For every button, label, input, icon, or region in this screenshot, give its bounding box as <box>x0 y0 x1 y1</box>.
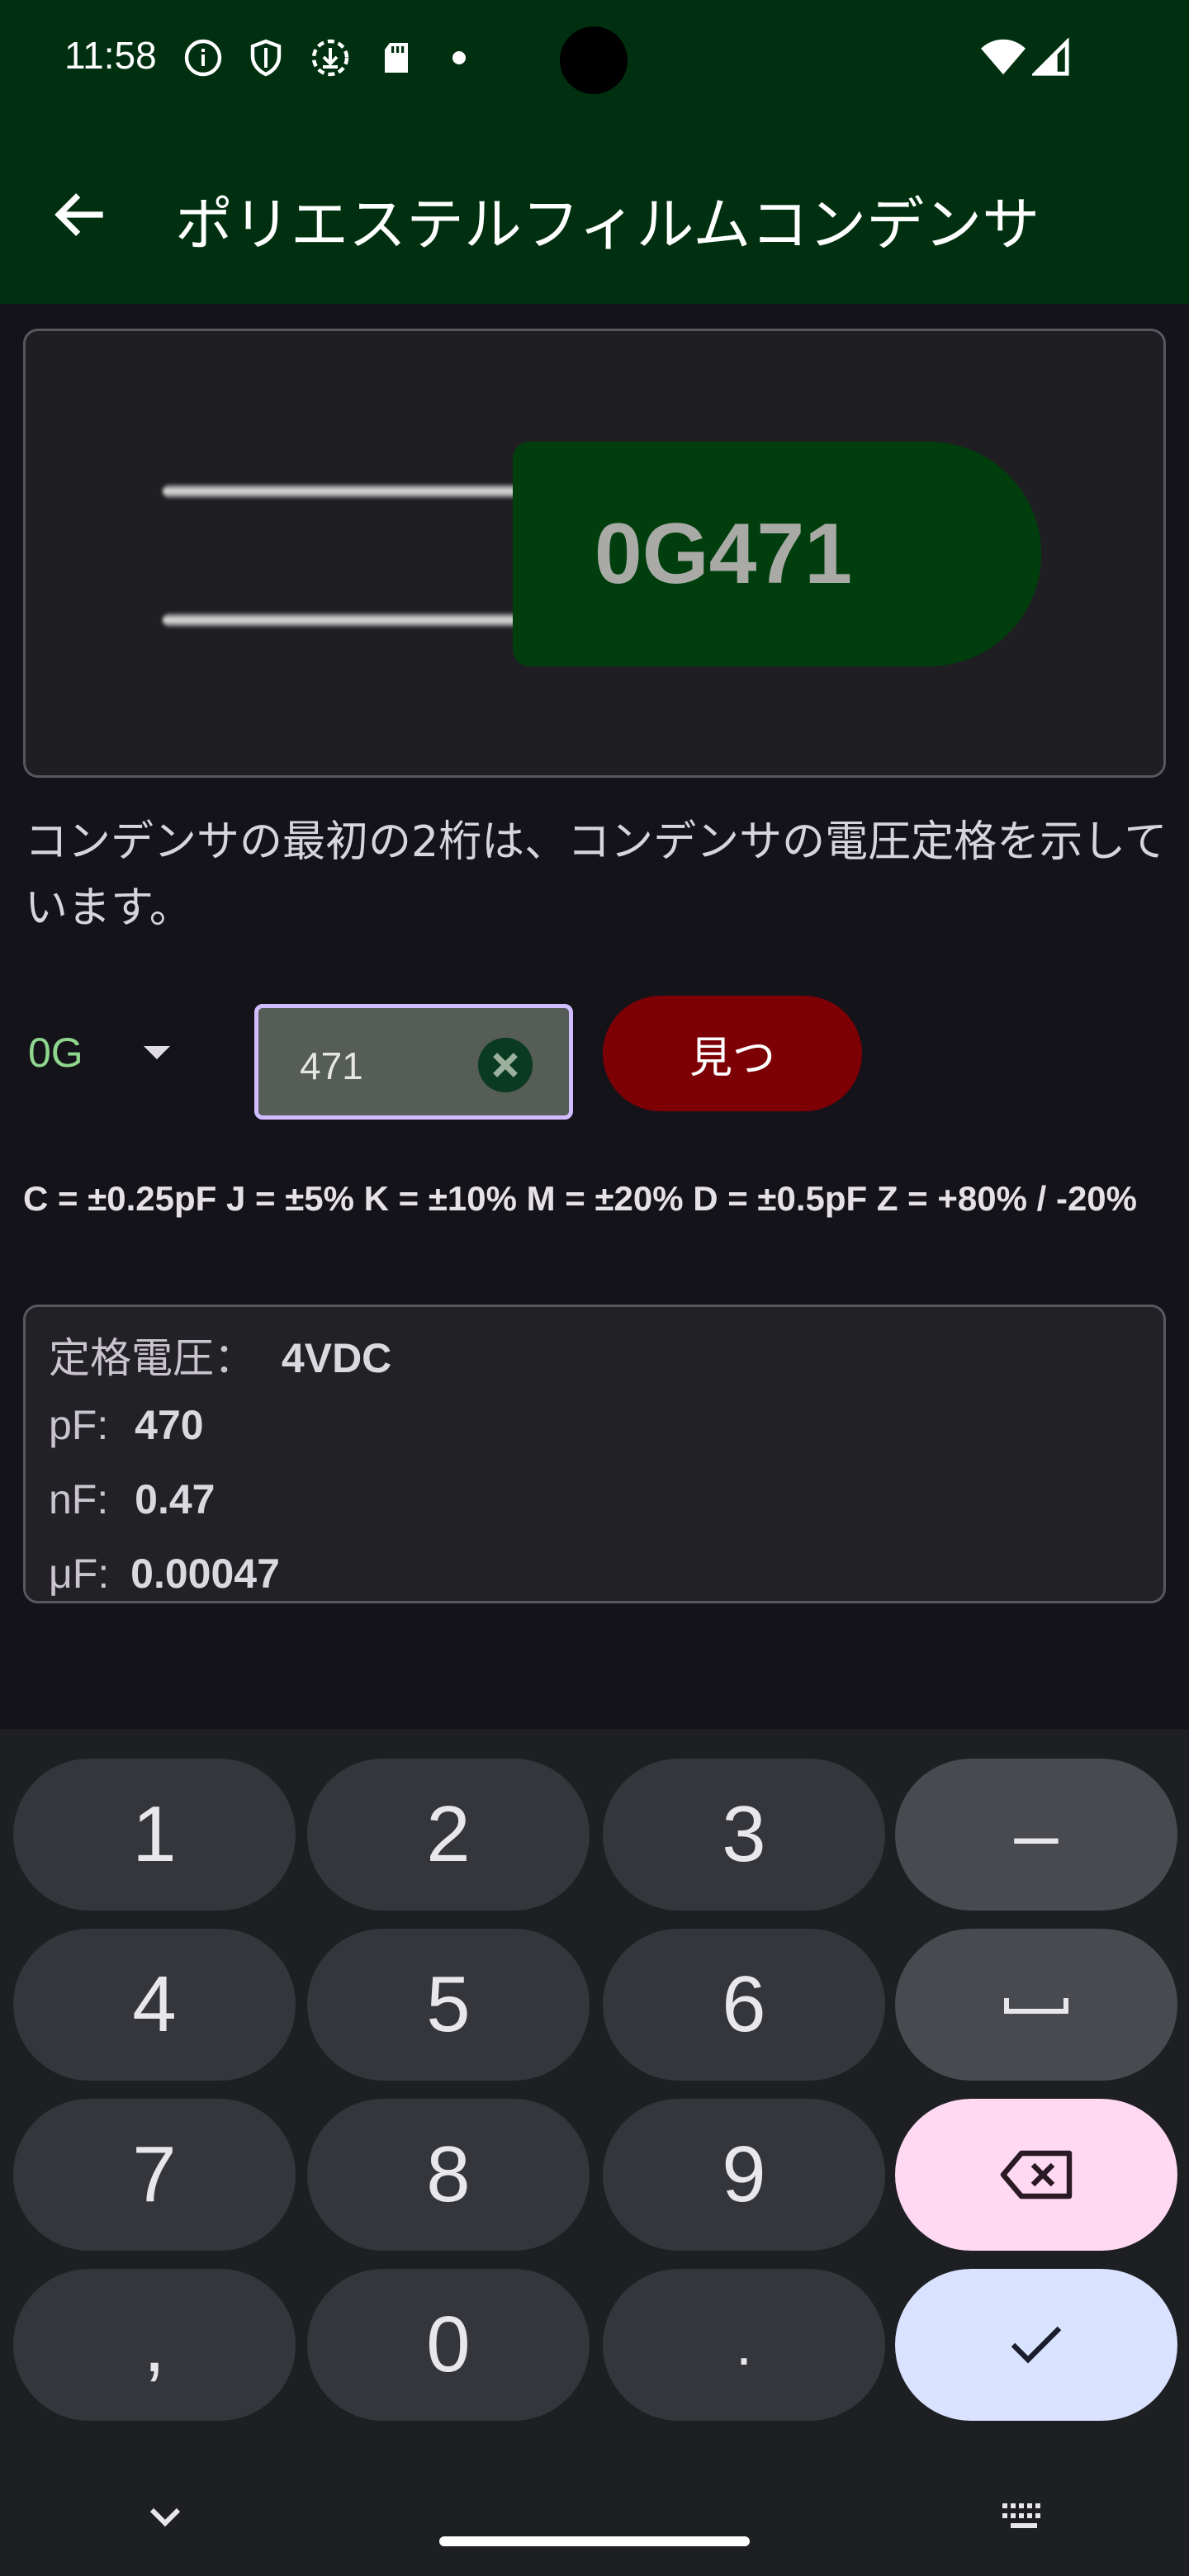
key-minus[interactable]: – <box>895 1759 1177 1911</box>
sd-card-icon <box>385 43 408 73</box>
voltage-code-dropdown[interactable]: 0G <box>28 1020 185 1086</box>
numeric-keyboard: 1 2 3 – 4 5 6 7 8 9 , 0 . <box>0 1729 1189 2576</box>
capacitance-code-field[interactable] <box>254 1004 573 1120</box>
wifi-icon <box>981 39 1026 75</box>
nf-label: nF: <box>49 1476 109 1522</box>
page-title: ポリエステルフィルムコンデンサ <box>175 191 1040 258</box>
status-time: 11:58 <box>64 34 157 77</box>
key-2[interactable]: 2 <box>307 1759 590 1911</box>
info-icon <box>184 39 222 77</box>
key-1[interactable]: 1 <box>13 1759 296 1911</box>
dot-icon <box>452 51 466 64</box>
key-4[interactable]: 4 <box>13 1929 296 2081</box>
pf-label: pF: <box>49 1402 109 1448</box>
key-comma[interactable]: , <box>13 2269 296 2421</box>
key-9[interactable]: 9 <box>603 2099 885 2251</box>
nf-value: 0.47 <box>135 1476 216 1522</box>
voltage-value: 4VDC <box>281 1335 392 1381</box>
keyboard-switch-icon[interactable] <box>999 2500 1049 2533</box>
key-space[interactable] <box>895 1929 1177 2081</box>
capacitor-body: 0G471 <box>513 442 1041 666</box>
key-backspace[interactable] <box>895 2099 1177 2251</box>
voltage-code-value: 0G <box>28 1030 83 1076</box>
uf-label: μF: <box>49 1551 110 1597</box>
backspace-icon <box>1000 2150 1073 2200</box>
back-arrow-icon[interactable] <box>48 182 114 248</box>
key-7[interactable]: 7 <box>13 2099 296 2251</box>
result-nf-row: nF: 0.47 <box>49 1475 215 1523</box>
description-text: コンデンサの最初の2桁は、コンデンサの電圧定格を示しています。 <box>25 817 1168 933</box>
capacitor-illustration: 0G471 <box>23 329 1166 778</box>
key-done[interactable] <box>895 2269 1177 2421</box>
results-card: 定格電圧： 4VDC pF: 470 nF: 0.47 μF: 0.00047 <box>23 1305 1166 1603</box>
checkmark-icon <box>1011 2326 1062 2364</box>
shield-icon <box>250 39 282 77</box>
capacitor-lead-top <box>163 485 551 498</box>
find-button[interactable]: 見つ <box>603 996 862 1111</box>
dropdown-arrow-icon <box>144 1046 170 1059</box>
key-5[interactable]: 5 <box>307 1929 590 2081</box>
result-uf-row: μF: 0.00047 <box>49 1550 280 1598</box>
space-icon <box>1004 1998 1068 2014</box>
tolerance-legend: C = ±0.25pF J = ±5% K = ±10% M = ±20% D … <box>23 1179 1138 1218</box>
capacitor-code-label: 0G471 <box>594 505 853 602</box>
capacitor-lead-bottom <box>163 613 551 627</box>
key-6[interactable]: 6 <box>603 1929 885 2081</box>
key-8[interactable]: 8 <box>307 2099 590 2251</box>
camera-cutout <box>560 26 628 94</box>
hide-keyboard-icon[interactable] <box>140 2500 190 2533</box>
signal-icon <box>1032 38 1069 76</box>
key-dot[interactable]: . <box>603 2269 885 2421</box>
uf-value: 0.00047 <box>130 1551 280 1597</box>
key-0[interactable]: 0 <box>307 2269 590 2421</box>
app-bar: ポリエステルフィルムコンデンサ <box>0 124 1189 304</box>
status-bar: 11:58 <box>0 0 1189 124</box>
clear-icon[interactable] <box>478 1038 533 1092</box>
capacitance-code-input[interactable] <box>300 1041 465 1091</box>
key-3[interactable]: 3 <box>603 1759 885 1911</box>
home-indicator[interactable] <box>439 2536 750 2546</box>
pf-value: 470 <box>135 1402 204 1448</box>
result-voltage-row: 定格電圧： 4VDC <box>49 1325 391 1385</box>
voltage-label: 定格電圧： <box>49 1335 255 1381</box>
result-pf-row: pF: 470 <box>49 1401 204 1449</box>
download-icon <box>311 39 349 77</box>
